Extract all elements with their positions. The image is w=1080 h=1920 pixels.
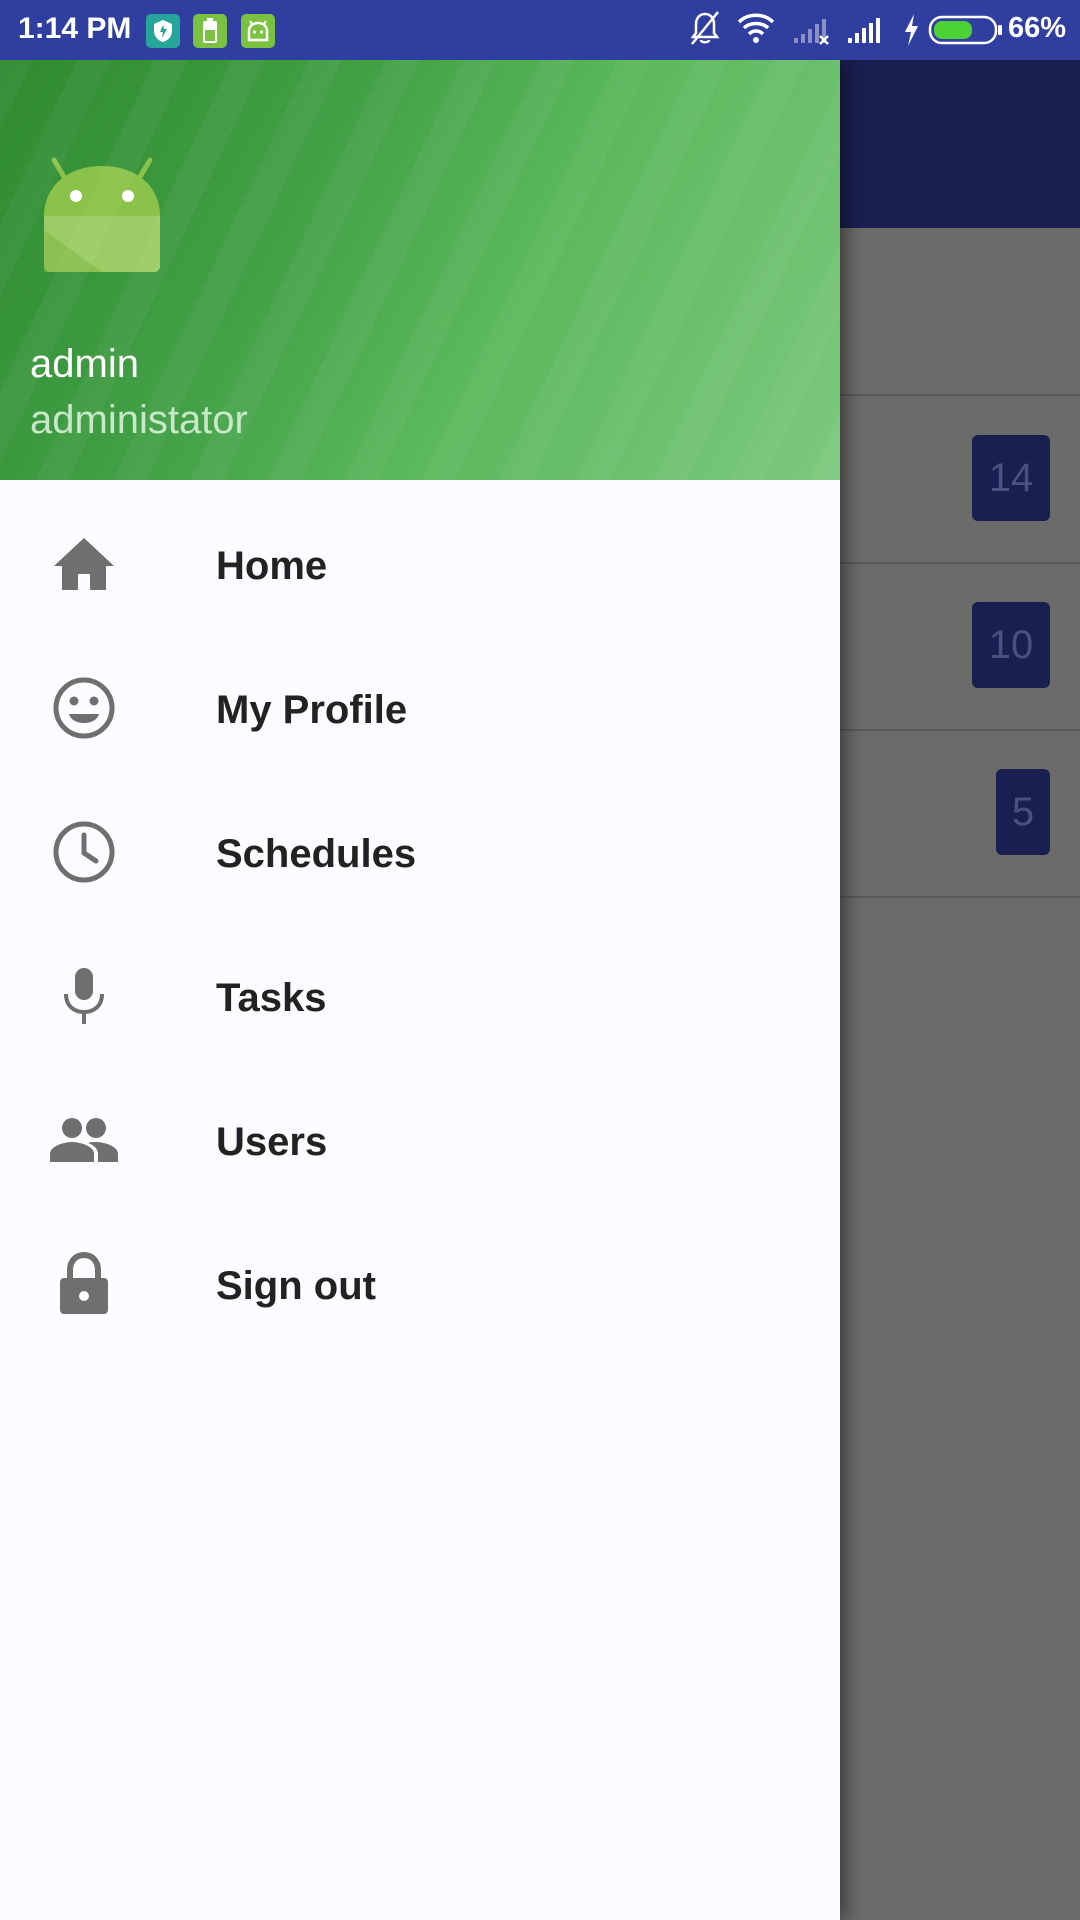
users-icon [48,1108,120,1172]
android-logo-icon [44,157,160,272]
menu-item-home[interactable]: Home [0,492,840,636]
menu-item-label: Home [216,544,328,588]
menu-item-label: Schedules [216,832,417,876]
mic-icon [48,964,120,1028]
count-badge: 10 [972,602,1050,688]
menu-item-sign-out[interactable]: Sign out [0,1212,840,1356]
android-app-icon [241,14,275,48]
signal-off-icon [794,19,829,45]
status-bar: 1:14 PM 66% [0,0,1080,60]
clock-icon [48,820,120,884]
charging-icon [905,14,918,46]
signal-icon [848,18,880,43]
menu-item-tasks[interactable]: Tasks [0,924,840,1068]
count-badge: 5 [996,769,1050,855]
menu-item-label: My Profile [216,688,408,732]
battery-app-icon [193,14,227,48]
menu-item-label: Tasks [216,976,327,1020]
status-time: 1:14 PM [18,12,132,45]
mute-icon [690,11,720,45]
navigation-drawer: admin administator Home My Profile Sched… [0,60,840,1920]
lock-icon [48,1252,120,1316]
menu-item-users[interactable]: Users [0,1068,840,1212]
shield-app-icon [146,14,180,48]
wifi-icon [737,13,775,43]
menu-item-label: Users [216,1120,328,1164]
count-badge: 14 [972,435,1050,521]
menu-item-schedules[interactable]: Schedules [0,780,840,924]
drawer-menu: Home My Profile Schedules Tasks Users Si… [0,492,840,1356]
battery-percentage: 66% [1007,12,1066,44]
drawer-header: admin administator [0,60,840,480]
menu-item-label: Sign out [216,1264,376,1308]
menu-item-my-profile[interactable]: My Profile [0,636,840,780]
home-icon [48,532,120,596]
user-name: admin [30,342,139,386]
battery-icon [928,15,1002,45]
smiley-icon [48,676,120,740]
user-role: administator [30,398,248,442]
